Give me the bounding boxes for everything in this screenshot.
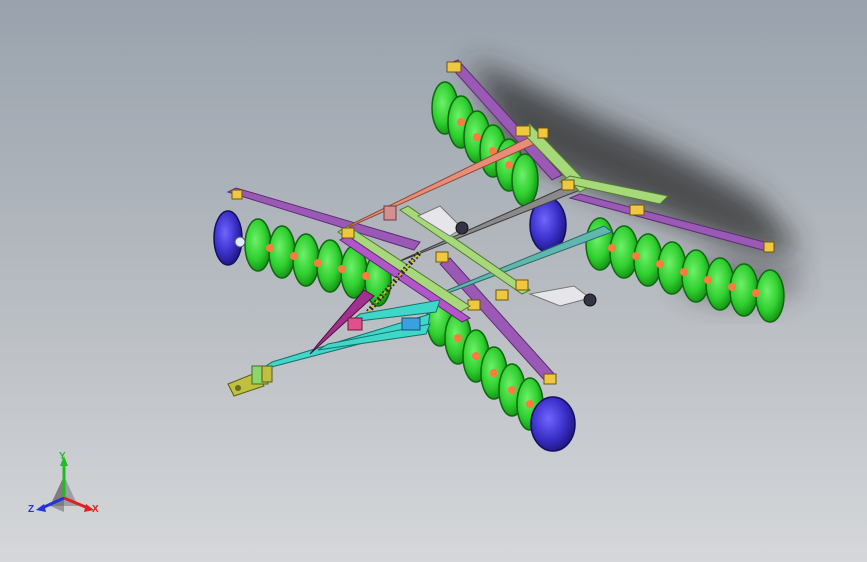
wheel-arm-front[interactable]: [528, 285, 597, 307]
gang-front[interactable]: [426, 257, 576, 452]
drawbar[interactable]: [259, 289, 441, 371]
hitch[interactable]: [227, 365, 273, 397]
triad-axis-y-label: Y: [59, 451, 66, 462]
orientation-triad[interactable]: Y X Z: [22, 446, 112, 526]
3d-viewport[interactable]: Y X Z: [0, 0, 867, 562]
triad-axis-x-label: X: [92, 504, 99, 515]
wheel-arm-rear[interactable]: [416, 205, 469, 237]
triad-axis-z-label: Z: [28, 504, 35, 515]
disc-harrow-model[interactable]: [0, 0, 867, 562]
